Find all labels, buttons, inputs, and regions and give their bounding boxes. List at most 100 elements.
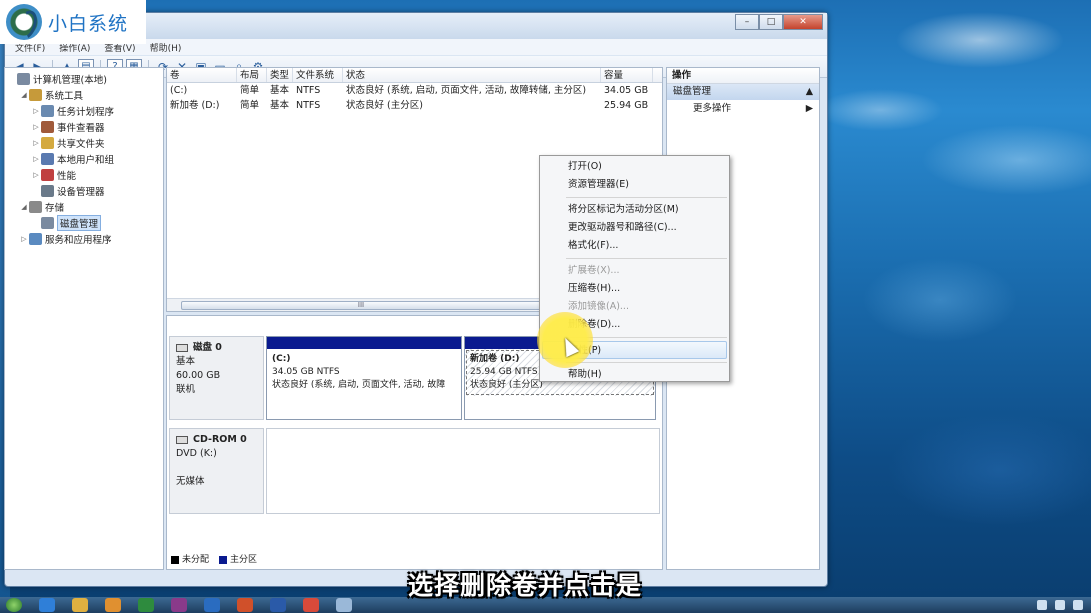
context-menu-item[interactable]: 帮助(H) — [540, 366, 729, 384]
context-menu-item: 扩展卷(X)... — [568, 265, 620, 276]
column-header-filesystem[interactable]: 文件系统 — [293, 68, 343, 82]
actions-title: 操作 — [667, 68, 819, 84]
start-button-icon[interactable] — [6, 598, 22, 612]
tree-item[interactable]: ▷ 本地用户和组 — [5, 151, 163, 167]
column-header-capacity[interactable]: 容量 — [601, 68, 653, 82]
disk-0-size: 60.00 GB — [176, 370, 221, 381]
tree-item[interactable]: ▷ 事件查看器 — [5, 119, 163, 135]
column-header-volume[interactable]: 卷 — [167, 68, 237, 82]
table-row[interactable]: 新加卷 (D:) 简单 基本 NTFS 状态良好 (主分区) 25.94 GB — [167, 98, 662, 113]
onenote-icon[interactable] — [171, 598, 187, 612]
tree-item[interactable]: ◢ 系统工具 — [5, 87, 163, 103]
tree-item[interactable]: 设备管理器 — [5, 183, 163, 199]
network-icon[interactable] — [1055, 600, 1065, 610]
table-row[interactable]: (C:) 简单 基本 NTFS 状态良好 (系统, 启动, 页面文件, 活动, … — [167, 83, 662, 98]
context-menu-item[interactable]: 资源管理器(E) — [540, 176, 729, 194]
context-menu-item[interactable]: 将分区标记为活动分区(M) — [540, 201, 729, 219]
tree-item[interactable]: ▷ 共享文件夹 — [5, 135, 163, 151]
tree-item[interactable]: 计算机管理(本地) — [5, 71, 163, 87]
cdrom-icon — [176, 436, 188, 444]
tree-item-icon — [41, 169, 54, 181]
legend-unallocated: 未分配 — [182, 555, 210, 565]
volume-capacity: 34.05 GB — [604, 85, 649, 96]
menu-help[interactable]: 帮助(H) — [150, 41, 182, 54]
tree-item-label: 存储 — [45, 203, 65, 214]
system-tray — [1037, 600, 1083, 610]
volume-layout: 简单 — [240, 85, 260, 96]
expand-arrow-icon[interactable]: ▷ — [31, 171, 41, 179]
volume-icon[interactable] — [1073, 600, 1083, 610]
disk-0-label[interactable]: 磁盘 0 基本 60.00 GB 联机 — [169, 336, 264, 420]
expand-arrow-icon[interactable]: ▷ — [31, 107, 41, 115]
expand-arrow-icon[interactable]: ▷ — [31, 155, 41, 163]
expand-arrow-icon[interactable]: ◢ — [19, 203, 29, 211]
context-menu-item[interactable]: 更改驱动器号和路径(C)... — [540, 219, 729, 237]
menu-separator — [566, 258, 727, 259]
context-menu-item[interactable]: 压缩卷(H)... — [540, 280, 729, 298]
cdrom-status: 无媒体 — [176, 476, 205, 487]
minimize-button[interactable]: – — [735, 14, 759, 30]
column-header-type[interactable]: 类型 — [267, 68, 293, 82]
disk-legend: 未分配 主分区 — [171, 552, 257, 565]
cdrom-label[interactable]: CD-ROM 0 DVD (K:) 无媒体 — [169, 428, 264, 514]
brand-logo-icon — [6, 4, 42, 40]
volume-layout: 简单 — [240, 100, 260, 111]
actions-section-label: 磁盘管理 — [673, 86, 712, 97]
navigation-tree: 计算机管理(本地) ◢ 系统工具 ▷ 任务计划程序 ▷ 事件查看器 ▷ 共享文件夹 ▷ 本地用户和组… — [4, 67, 164, 570]
collapse-icon: ▲ — [805, 86, 813, 97]
volume-name: 新加卷 (D:) — [170, 100, 220, 111]
disk-0-type: 基本 — [176, 356, 196, 367]
context-menu-item[interactable]: 格式化(F)... — [540, 237, 729, 255]
maximize-button[interactable]: □ — [759, 14, 783, 30]
column-header-status[interactable]: 状态 — [343, 68, 601, 82]
excel-icon[interactable] — [138, 598, 154, 612]
disk-0-name: 磁盘 0 — [193, 342, 222, 353]
volume-type: 基本 — [270, 100, 290, 111]
powerpoint-icon[interactable] — [237, 598, 253, 612]
cdrom-partition-area — [266, 428, 660, 514]
outlook-icon[interactable] — [204, 598, 220, 612]
tree-item[interactable]: ▷ 性能 — [5, 167, 163, 183]
tree-item[interactable]: ◢ 存储 — [5, 199, 163, 215]
flag-icon[interactable] — [1037, 600, 1047, 610]
volume-filesystem: NTFS — [296, 85, 321, 96]
scrollbar-thumb[interactable]: III — [181, 301, 541, 310]
tree-item[interactable]: ▷ 任务计划程序 — [5, 103, 163, 119]
chrome-icon[interactable] — [303, 598, 319, 612]
word-icon[interactable] — [270, 598, 286, 612]
expand-arrow-icon[interactable]: ▷ — [19, 235, 29, 243]
cdrom-row: CD-ROM 0 DVD (K:) 无媒体 — [169, 428, 660, 514]
column-header-layout[interactable]: 布局 — [237, 68, 267, 82]
expand-arrow-icon[interactable]: ▷ — [31, 139, 41, 147]
ie-icon[interactable] — [39, 598, 55, 612]
tree-item-icon — [29, 89, 42, 101]
tree-item[interactable]: ▷ 服务和应用程序 — [5, 231, 163, 247]
brand-name: 小白系统 — [48, 12, 129, 35]
tree-item-label: 事件查看器 — [57, 123, 105, 134]
expand-arrow-icon[interactable]: ▷ — [31, 123, 41, 131]
tree-item-label: 系统工具 — [45, 91, 84, 102]
partition-status: 状态良好 (系统, 启动, 页面文件, 活动, 故障 — [272, 380, 446, 390]
tree-item-label: 设备管理器 — [57, 187, 105, 198]
actions-section-disk-management[interactable]: 磁盘管理 ▲ — [667, 84, 819, 100]
primary-partition-swatch — [219, 555, 228, 564]
explorer-icon[interactable] — [72, 598, 88, 612]
computer-management-taskbar-icon[interactable] — [336, 598, 352, 612]
tree-item-icon — [41, 185, 54, 197]
tree-item-icon — [41, 137, 54, 149]
volume-name: (C:) — [170, 85, 188, 96]
tree-item-icon — [41, 217, 54, 229]
tree-item-icon — [41, 105, 54, 117]
more-actions-item[interactable]: 更多操作 ▶ — [667, 100, 819, 118]
context-menu-item[interactable]: 打开(O) — [540, 158, 729, 176]
tree-item[interactable]: 磁盘管理 — [5, 215, 163, 231]
partition-c[interactable]: (C:) 34.05 GB NTFS 状态良好 (系统, 启动, 页面文件, 活… — [266, 336, 462, 420]
close-button[interactable]: ✕ — [783, 14, 823, 30]
media-icon[interactable] — [105, 598, 121, 612]
volume-filesystem: NTFS — [296, 100, 321, 111]
expand-arrow-icon[interactable]: ◢ — [19, 91, 29, 99]
brand-logo: 小白系统 — [0, 0, 146, 44]
partition-bar — [267, 337, 461, 349]
tree-item-label: 磁盘管理 — [57, 215, 102, 231]
desktop-wallpaper — [820, 0, 1091, 600]
